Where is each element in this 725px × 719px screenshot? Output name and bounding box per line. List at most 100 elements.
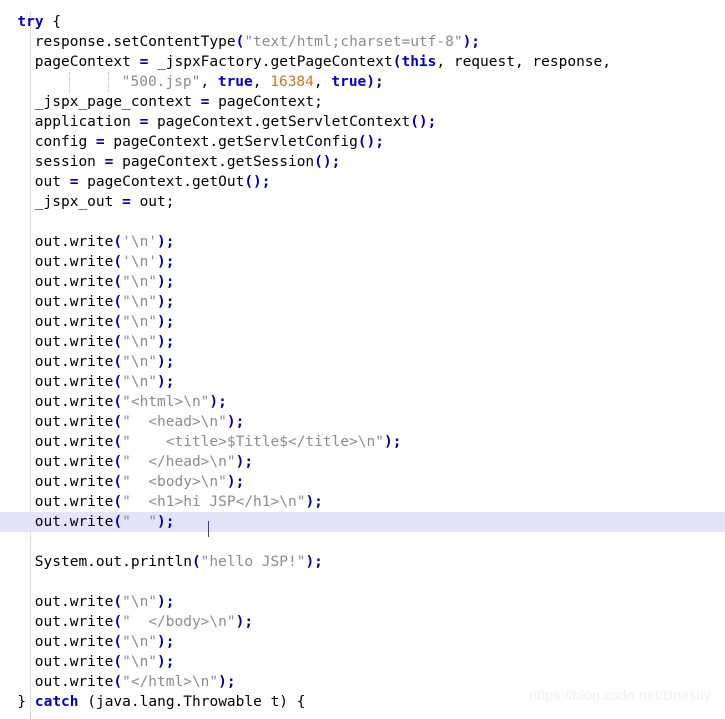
code-token-pl: _jspx_out: [34, 194, 123, 210]
code-token-str: "\n": [122, 314, 158, 330]
code-editor-view[interactable]: try {response.setContentType("text/html;…: [0, 0, 725, 719]
code-line[interactable]: response.setContentType("text/html;chars…: [0, 32, 725, 52]
code-token-punc: (: [113, 254, 123, 270]
code-line[interactable]: out.write("\n");: [0, 372, 725, 392]
code-token-punc: );: [157, 314, 175, 330]
code-token-str: "\n": [122, 274, 158, 290]
code-line[interactable]: out.write("\n");: [0, 312, 725, 332]
code-token-punc: (: [191, 554, 201, 570]
code-token-str: "500.jsp": [121, 74, 201, 90]
code-line[interactable]: out.write(" ");: [0, 512, 725, 532]
code-line[interactable]: out.write("<html>\n");: [0, 392, 725, 412]
code-line[interactable]: out.write("\n");: [0, 292, 725, 312]
code-token-kw: true: [217, 74, 253, 90]
code-token-pl: out.write: [34, 394, 114, 410]
code-line[interactable]: [0, 572, 725, 592]
code-token-pl: out.write: [34, 494, 114, 510]
code-token-pl: out.write: [34, 674, 114, 690]
code-line[interactable]: _jspx_out = out;: [0, 192, 725, 212]
code-token-pl: pageContext;: [209, 94, 323, 110]
code-line[interactable]: [0, 532, 725, 552]
code-token-op: =: [139, 54, 149, 70]
code-token-pl: out.write: [34, 334, 114, 350]
code-line[interactable]: _jspx_page_context = pageContext;: [0, 92, 725, 112]
code-token-punc: );: [226, 474, 245, 490]
code-token-punc: (: [113, 394, 123, 410]
code-token-pl: ,: [200, 74, 218, 90]
code-line[interactable]: out.write("\n");: [0, 592, 725, 612]
code-token-punc: (: [113, 594, 123, 610]
code-line[interactable]: "500.jsp", true, 16384, true);: [0, 72, 725, 92]
code-token-punc: (: [113, 654, 123, 670]
code-token-punc: );: [157, 514, 175, 530]
code-line[interactable]: out.write(" <title>$Title$</title>\n");: [0, 432, 725, 452]
code-token-kw: catch: [34, 694, 79, 710]
code-token-punc: (: [113, 634, 123, 650]
code-token-punc: (: [113, 294, 123, 310]
code-token-str: '\n': [122, 254, 158, 270]
code-token-pl: System.out.println: [34, 554, 192, 570]
code-line[interactable]: out.write("\n");: [0, 332, 725, 352]
code-token-punc: );: [157, 234, 175, 250]
code-line[interactable]: out.write("\n");: [0, 352, 725, 372]
code-line[interactable]: pageContext = _jspxFactory.getPageContex…: [0, 52, 725, 72]
code-token-str: "text/html;charset=utf-8": [244, 34, 463, 50]
code-line[interactable]: System.out.println("hello JSP!");: [0, 552, 725, 572]
code-token-kw: true: [331, 74, 367, 90]
code-content[interactable]: try {response.setContentType("text/html;…: [0, 12, 725, 712]
code-token-str: " <body>\n": [122, 474, 227, 490]
code-token-punc: );: [226, 414, 245, 430]
code-line[interactable]: [0, 212, 725, 232]
code-token-op: =: [139, 114, 149, 130]
code-token-pl: }: [17, 694, 35, 710]
code-line[interactable]: try {: [0, 12, 725, 32]
code-line[interactable]: out.write('\n');: [0, 232, 725, 252]
code-token-punc: (: [113, 614, 123, 630]
code-line[interactable]: out.write("\n");: [0, 632, 725, 652]
code-token-punc: );: [157, 294, 175, 310]
code-token-kw: this: [401, 54, 437, 70]
code-line[interactable]: out.write('\n');: [0, 252, 725, 272]
code-token-str: "\n": [122, 594, 158, 610]
code-token-str: "\n": [122, 654, 158, 670]
code-line[interactable]: out.write(" <h1>hi JSP</h1>\n");: [0, 492, 725, 512]
code-token-str: " <h1>hi JSP</h1>\n": [122, 494, 306, 510]
code-token-pl: _jspxFactory.getPageContext: [148, 54, 393, 70]
code-line[interactable]: out.write(" </body>\n");: [0, 612, 725, 632]
code-line[interactable]: out = pageContext.getOut();: [0, 172, 725, 192]
code-token-punc: );: [157, 374, 175, 390]
code-token-punc: );: [366, 74, 384, 90]
code-line[interactable]: out.write("\n");: [0, 652, 725, 672]
code-token-pl: out.write: [34, 294, 114, 310]
code-token-pl: _jspx_page_context: [34, 94, 201, 110]
code-token-punc: );: [384, 434, 402, 450]
code-line[interactable]: out.write(" <head>\n");: [0, 412, 725, 432]
code-token-str: "\n": [122, 294, 158, 310]
code-token-str: " </body>\n": [122, 614, 236, 630]
code-token-str: "\n": [122, 374, 158, 390]
code-token-pl: application: [34, 114, 140, 130]
code-token-str: " ": [122, 514, 158, 530]
code-line[interactable]: session = pageContext.getSession();: [0, 152, 725, 172]
watermark: https://blog.csdn.net/Dnesity: [529, 687, 711, 703]
code-token-pl: out.write: [34, 634, 114, 650]
code-line[interactable]: application = pageContext.getServletCont…: [0, 112, 725, 132]
code-token-punc: (: [113, 414, 123, 430]
code-token-punc: ();: [244, 174, 271, 190]
code-line[interactable]: config = pageContext.getServletConfig();: [0, 132, 725, 152]
code-line[interactable]: out.write("\n");: [0, 272, 725, 292]
code-token-pl: , request, response,: [436, 54, 611, 70]
code-token-op: =: [122, 194, 131, 210]
code-token-punc: ();: [357, 134, 385, 150]
code-token-punc: );: [235, 454, 254, 470]
code-token-pl: pageContext: [34, 54, 140, 70]
code-token-punc: );: [218, 674, 236, 690]
code-token-pl: out.write: [34, 354, 114, 370]
code-line[interactable]: out.write(" </head>\n");: [0, 452, 725, 472]
code-token-pl: out.write: [34, 254, 114, 270]
code-line[interactable]: out.write(" <body>\n");: [0, 472, 725, 492]
code-token-punc: );: [157, 334, 175, 350]
code-token-op: =: [95, 134, 105, 150]
code-token-punc: (: [113, 674, 123, 690]
code-token-pl: session: [34, 154, 105, 170]
